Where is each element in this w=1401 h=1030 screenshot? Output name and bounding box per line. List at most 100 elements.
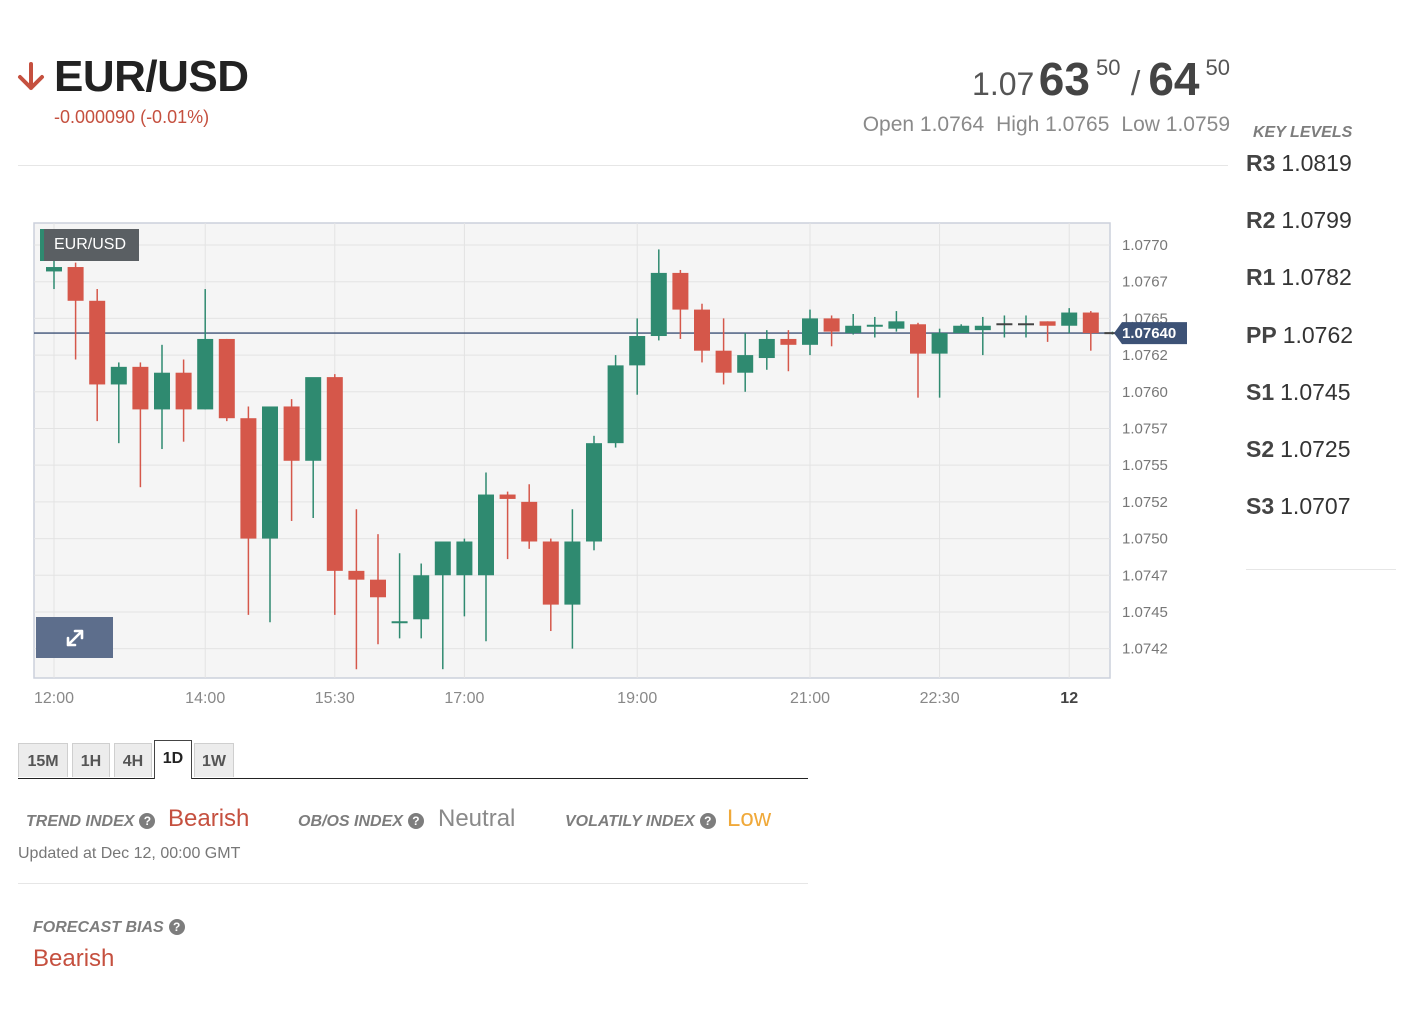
- candle-body: [521, 501, 538, 542]
- key-level-value: 1.0819: [1281, 150, 1352, 176]
- x-tick-label: 12:00: [34, 690, 74, 707]
- key-level-label: PP: [1246, 321, 1277, 348]
- candle-body: [326, 377, 343, 571]
- help-icon[interactable]: ?: [699, 813, 716, 829]
- key-level-r3: R3 1.0819: [1246, 150, 1352, 177]
- y-tick-label: 1.0757: [1122, 420, 1168, 437]
- y-tick-label: 1.0750: [1122, 531, 1168, 548]
- help-icon[interactable]: ?: [139, 813, 156, 829]
- candlestick-chart[interactable]: 1.07701.07671.07651.07621.07601.07571.07…: [0, 215, 1200, 715]
- candle-body: [715, 350, 732, 373]
- candle-body: [240, 418, 257, 539]
- volatility-index-text: VOLATILY INDEX: [565, 813, 695, 830]
- candle-body: [89, 300, 106, 385]
- open-high-low: Open 1.0764 High 1.0765 Low 1.0759: [851, 113, 1230, 137]
- candle-body: [650, 272, 667, 337]
- candle-body: [305, 377, 322, 461]
- candle-body: [110, 366, 127, 385]
- y-tick-label: 1.0770: [1122, 237, 1168, 254]
- tab-1d[interactable]: 1D: [154, 740, 192, 779]
- y-tick-label: 1.0762: [1122, 347, 1168, 364]
- forecast-bias-label: FORECAST BIAS?: [33, 919, 185, 937]
- x-tick-label: 22:30: [920, 690, 960, 707]
- candle-body: [823, 318, 840, 332]
- candle-body: [154, 372, 170, 410]
- symbol-title: EUR/USD: [54, 52, 249, 101]
- updated-timestamp: Updated at Dec 12, 00:00 GMT: [18, 845, 241, 862]
- key-level-value: 1.0707: [1280, 493, 1351, 520]
- candle-body: [953, 325, 970, 334]
- ask-main: 64: [1148, 53, 1200, 105]
- candle-body: [1082, 312, 1099, 334]
- candle-body: [607, 365, 624, 444]
- candle-body: [737, 355, 754, 373]
- bid-pip: 50: [1095, 55, 1121, 80]
- candle-body: [931, 333, 948, 354]
- help-icon[interactable]: ?: [407, 813, 424, 829]
- candle-body: [348, 570, 365, 580]
- trend-index-value: Bearish: [168, 805, 250, 832]
- x-tick-label: 21:00: [790, 690, 830, 707]
- trend-index-label: TREND INDEX?: [26, 813, 156, 831]
- candle-body: [564, 541, 581, 605]
- tab-1w[interactable]: 1W: [194, 743, 234, 777]
- key-level-value: 1.0782: [1281, 264, 1352, 291]
- tab-1h[interactable]: 1H: [72, 743, 110, 777]
- y-tick-label: 1.0745: [1122, 604, 1168, 621]
- y-tick-label: 1.0767: [1122, 274, 1168, 291]
- low-value: Low 1.0759: [1121, 113, 1230, 136]
- candle-body: [586, 443, 602, 542]
- key-level-r2: R2 1.0799: [1246, 207, 1352, 234]
- key-level-s3: S3 1.0707: [1246, 493, 1351, 520]
- key-level-value: 1.0762: [1282, 321, 1354, 348]
- candle-body: [197, 338, 214, 410]
- candle-body: [758, 338, 775, 359]
- y-tick-label: 1.0752: [1122, 494, 1168, 511]
- volatility-index-value: Low: [727, 805, 772, 832]
- price-change: -0.000090 (-0.01%): [54, 107, 210, 127]
- y-tick-label: 1.0755: [1122, 457, 1168, 474]
- y-tick-label: 1.0747: [1122, 567, 1168, 584]
- key-level-s1: S1 1.0745: [1246, 379, 1351, 406]
- key-level-label: S2: [1246, 436, 1275, 462]
- candle-body: [1039, 321, 1056, 326]
- trend-index-text: TREND INDEX: [26, 813, 135, 830]
- key-level-pp: PP 1.0762: [1246, 322, 1353, 349]
- key-level-label: S3: [1246, 493, 1275, 520]
- candle-body: [629, 336, 646, 366]
- bid-main: 63: [1038, 53, 1090, 105]
- volatility-index-label: VOLATILY INDEX?: [565, 813, 716, 831]
- bid-ask-quote: 1.07 63 50 /64 50: [972, 52, 1230, 106]
- key-level-value: 1.0745: [1280, 378, 1351, 405]
- x-tick-label: 14:00: [185, 690, 225, 707]
- key-level-value: 1.0799: [1281, 207, 1352, 234]
- high-value: High 1.0765: [996, 113, 1110, 136]
- candle-body: [283, 406, 300, 461]
- expand-chart-button[interactable]: [36, 617, 113, 658]
- key-level-s2: S2 1.0725: [1246, 436, 1351, 463]
- obos-index-text: OB/OS INDEX: [298, 813, 403, 830]
- quote-prefix: 1.07: [972, 66, 1035, 102]
- quote-separator: /: [1130, 65, 1141, 103]
- x-tick-label: 12: [1060, 690, 1078, 707]
- key-level-value: 1.0725: [1280, 436, 1351, 462]
- forecast-bias-value: Bearish: [33, 945, 115, 972]
- key-level-label: R2: [1246, 207, 1276, 234]
- candle-body: [262, 406, 278, 539]
- help-icon[interactable]: ?: [168, 919, 185, 935]
- y-tick-label: 1.0760: [1122, 384, 1168, 401]
- timeframe-tabs: 15M 1H 4H 1D 1W: [18, 740, 808, 779]
- key-level-r1: R1 1.0782: [1246, 264, 1352, 291]
- key-levels-title: KEY LEVELS: [1253, 124, 1353, 141]
- candle-body: [694, 309, 710, 351]
- candle-body: [499, 494, 516, 499]
- forecast-bias-text: FORECAST BIAS: [33, 919, 164, 936]
- section-divider: [18, 883, 808, 884]
- x-tick-label: 15:30: [315, 690, 355, 707]
- candle-body: [413, 575, 430, 620]
- candle-body: [67, 267, 84, 301]
- candle-body: [974, 325, 991, 331]
- tab-15m[interactable]: 15M: [18, 743, 68, 777]
- tab-4h[interactable]: 4H: [114, 743, 152, 777]
- chart-symbol-tag: EUR/USD: [40, 229, 139, 261]
